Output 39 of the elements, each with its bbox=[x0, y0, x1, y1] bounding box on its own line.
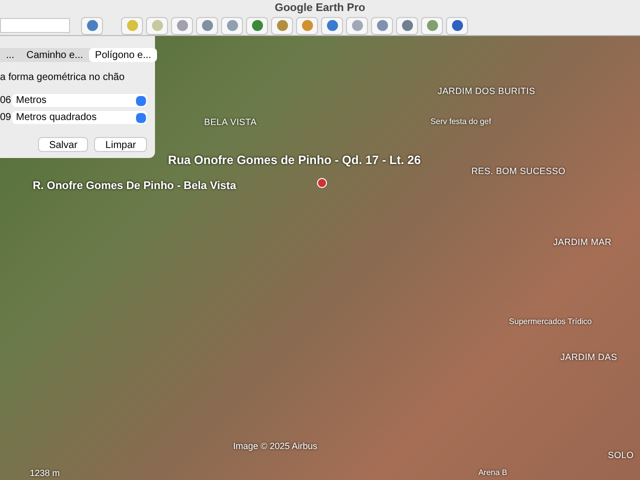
toolbar-icon[interactable] bbox=[196, 16, 218, 34]
map-label: JARDIM MAR bbox=[553, 236, 612, 249]
map-label: Rua Onofre Gomes de Pinho - Qd. 17 - Lt. 26 bbox=[168, 152, 421, 170]
unit-select[interactable]: Metros quadrados bbox=[12, 111, 147, 124]
toolbar-icon[interactable] bbox=[446, 16, 468, 34]
toolbar-icon[interactable] bbox=[221, 16, 243, 34]
map-label: JARDIM DAS bbox=[560, 351, 618, 364]
dialog-tab[interactable]: Polígono e... bbox=[89, 48, 158, 62]
toolbar-icon[interactable] bbox=[421, 16, 443, 34]
dialog-description: a forma geométrica no chão bbox=[0, 71, 126, 85]
toolbar-icon[interactable] bbox=[81, 16, 103, 34]
window-title: Google Earth Pro bbox=[274, 0, 366, 16]
dialog-button[interactable]: Limpar bbox=[94, 137, 147, 152]
dialog-button[interactable]: Salvar bbox=[38, 137, 88, 152]
toolbar-icon[interactable] bbox=[171, 16, 193, 34]
toolbar-icon[interactable] bbox=[296, 16, 318, 34]
map-label: Supermercados Trídico bbox=[509, 316, 592, 328]
unit-select[interactable]: Metros bbox=[12, 94, 147, 107]
measurement-value: 09 bbox=[0, 111, 10, 125]
dialog-tab[interactable]: ... bbox=[0, 48, 20, 62]
measurement-value: 06 bbox=[0, 94, 10, 108]
dialog-tab[interactable]: Caminho e... bbox=[20, 48, 90, 62]
toolbar-icon[interactable] bbox=[271, 16, 293, 34]
map-label: Serv festa do gef bbox=[430, 116, 492, 128]
toolbar-icon[interactable] bbox=[321, 16, 343, 34]
map-label: Arena B bbox=[478, 466, 508, 479]
map-pin-icon bbox=[317, 178, 327, 188]
map-label: BELA VISTA bbox=[204, 116, 257, 129]
map-label: JARDIM DOS BURITIS bbox=[438, 84, 536, 98]
satellite-map[interactable] bbox=[0, 36, 640, 480]
map-label: 1238 m bbox=[30, 466, 60, 480]
map-label: R. Onofre Gomes De Pinho - Bela Vista bbox=[32, 179, 236, 194]
toolbar-icon[interactable] bbox=[246, 16, 268, 34]
toolbar-icon[interactable] bbox=[396, 16, 418, 34]
search-field[interactable] bbox=[0, 18, 70, 33]
map-label: RES. BOM SUCESSO bbox=[471, 164, 566, 178]
toolbar-icon[interactable] bbox=[371, 16, 393, 34]
map-label: Image © 2025 Airbus bbox=[233, 440, 318, 454]
map-label: SOLO bbox=[608, 448, 634, 462]
